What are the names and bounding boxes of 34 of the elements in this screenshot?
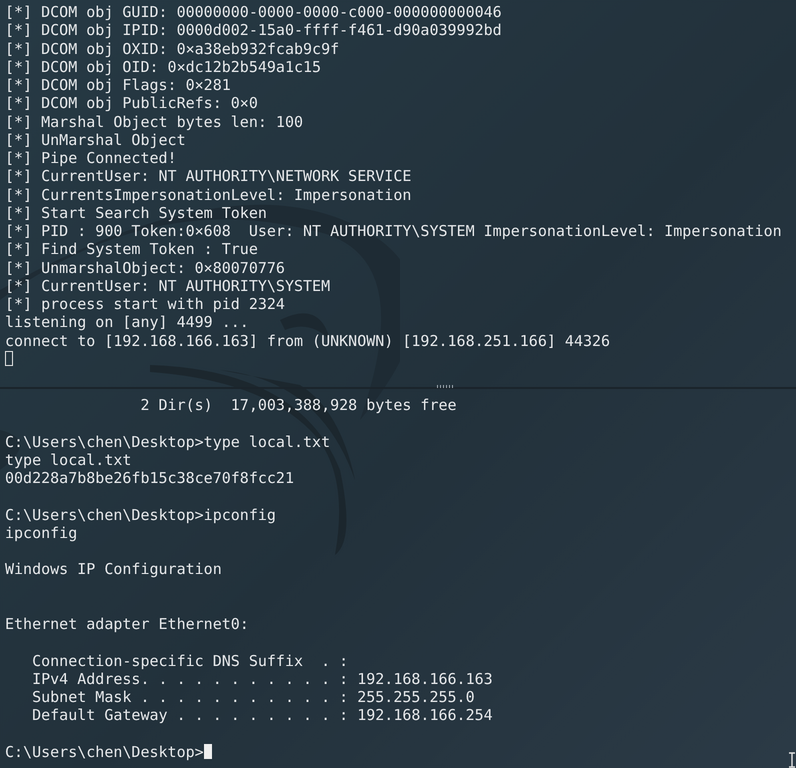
terminal-line: Connection-specific DNS Suffix . : [31,652,348,670]
terminal-line: [*] PID : 900 Token:0×608 User: NT AUTHORITY\SYSTEM ImpersonationLevel: Impersonation [5,222,782,240]
terminal-line: C:\Users\chen\Desktop>ipconfig [5,506,276,524]
terminal-line: [*] DCOM obj Flags: 0×281 [5,76,231,94]
text-cursor-icon [788,752,796,768]
terminal-line: Ethernet adapter Ethernet0: [5,615,249,634]
terminal-line: [*] Start Search System Token [5,204,267,222]
terminal-line: [*] DCOM obj OXID: 0×a38eb932fcab9c9f [5,40,340,58]
terminal-line: IPv4 Address. . . . . . . . . . . : 192.168.166.163 [31,670,493,688]
terminal-line: [*] Pipe Connected! [5,149,177,168]
terminal-line: 2 Dir(s) 17,003,388,928 bytes free [139,396,457,414]
terminal-line: Subnet Mask . . . . . . . . . . . : 255.255.255.0 [31,688,475,706]
terminal-line: [*] DCOM obj OID: 0×dc12b2b549a1c15 [5,58,322,76]
terminal-line: [*] CurrentsImpersonationLevel: Impersonation [5,186,412,204]
terminal-line: [*] Marshal Object bytes len: 100 [5,112,304,131]
terminal-line: [*] UnMarshal Object [5,130,186,149]
terminal-line: [*] UnmarshalObject: 0×80070776 [5,258,285,277]
command-prompt: C:\Users\chen\Desktop> [5,742,204,761]
terminal-line: connect to [192.168.166.163] from (UNKNOWN) [192.168.251.166] 44326 [5,332,610,350]
terminal-line: ipconfig [5,524,78,542]
terminal-line: C:\Users\chen\Desktop>type local.txt [5,432,330,451]
terminal-line: [*] DCOM obj PublicRefs: 0×0 [5,94,258,112]
terminal-line: listening on [any] 4499 ... [5,313,249,332]
split-handle[interactable] [436,384,452,388]
terminal-line: [*] CurrentUser: NT AUTHORITY\SYSTEM [5,276,330,295]
terminal-line: [*] Find System Token : True [5,240,258,258]
terminal-line: Windows IP Configuration [5,560,222,578]
terminal-line: [*] DCOM obj IPID: 0000d002-15a0-ffff-f461-d90a039992bd [5,21,502,40]
terminal-line: [*] process start with pid 2324 [5,295,285,314]
terminal-line: [*] DCOM obj GUID: 00000000-0000-0000-c000-000000000046 [5,3,502,22]
terminal-line: Default Gateway . . . . . . . . . : 192.168.166.254 [31,706,493,724]
terminal-line: 00d228a7b8be26fb15c38ce70f8fcc21 [5,469,294,488]
terminal-line: [*] CurrentUser: NT AUTHORITY\NETWORK SERVICE [5,167,412,186]
terminal-line: type local.txt [5,450,132,469]
